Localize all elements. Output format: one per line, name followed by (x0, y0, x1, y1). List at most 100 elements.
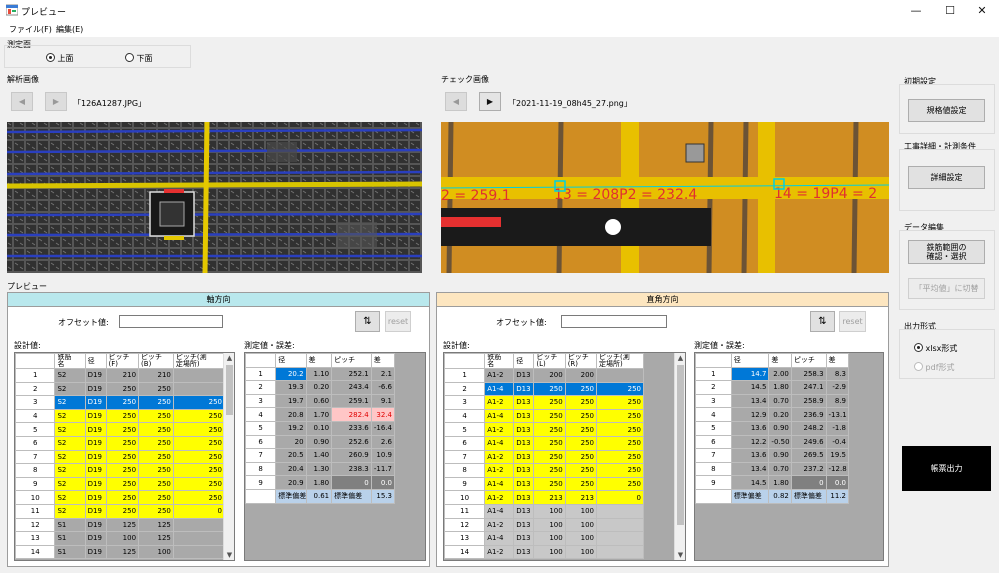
grid-cell[interactable]: 1.80 (305, 475, 333, 490)
grid-cell[interactable]: 250 (172, 435, 226, 451)
grid-cell[interactable]: S2 (54, 503, 86, 519)
grid-cell[interactable]: D13 (513, 368, 535, 383)
grid-cell[interactable]: 250 (105, 422, 140, 437)
row-number[interactable]: 13 (444, 531, 486, 546)
grid-cell[interactable]: 250 (138, 435, 174, 451)
grid-cell[interactable]: -16.4 (370, 420, 396, 436)
grid-cell[interactable]: 20.9 (275, 475, 307, 490)
table-row[interactable]: 6 12.2 -0.50 249.6 -0.4 (695, 434, 850, 450)
table-row[interactable]: 3 A1-2 D13 250 250 250 (444, 395, 644, 410)
check-prev-button[interactable]: ◀ (445, 92, 467, 111)
grid-cell[interactable]: A1-2 (484, 463, 515, 478)
grid-cell[interactable]: 100 (564, 517, 598, 533)
grid-cell[interactable]: -13.1 (825, 407, 850, 422)
grid-cell[interactable]: 1.70 (305, 407, 333, 422)
row-number[interactable]: 11 (15, 503, 56, 519)
grid-cell[interactable]: 20 (275, 434, 307, 450)
grid-cell[interactable]: 250 (596, 435, 644, 451)
table-row[interactable]: 9 A1-4 D13 250 250 250 (444, 476, 644, 492)
grid-cell[interactable]: 250 (596, 449, 644, 465)
column-header[interactable] (695, 353, 732, 368)
axis-offset-input[interactable] (119, 315, 223, 328)
grid-cell[interactable]: 250 (138, 490, 174, 505)
maximize-button[interactable]: ☐ (934, 0, 966, 21)
column-header[interactable] (444, 353, 486, 369)
grid-cell[interactable]: 0 (172, 503, 226, 519)
grid-cell[interactable] (172, 368, 226, 383)
grid-cell[interactable]: D19 (84, 435, 107, 451)
grid-cell[interactable]: 250 (138, 422, 174, 437)
grid-cell[interactable]: 20.5 (275, 448, 307, 463)
grid-cell[interactable]: 20.4 (275, 461, 307, 477)
grid-cell[interactable] (172, 517, 226, 533)
row-number[interactable]: 2 (695, 380, 732, 395)
grid-cell[interactable]: A1-2 (484, 422, 515, 437)
row-number[interactable]: 12 (444, 517, 486, 533)
grid-cell[interactable]: A1-4 (484, 476, 515, 492)
column-header[interactable]: 差 (768, 353, 792, 368)
grid-cell[interactable]: 250 (172, 422, 226, 437)
column-header[interactable]: ピッチ (L) (533, 353, 566, 369)
grid-cell[interactable] (596, 517, 644, 533)
grid-cell[interactable]: 250 (564, 395, 598, 410)
grid-cell[interactable]: 250 (533, 435, 566, 451)
grid-cell[interactable]: 213 (564, 490, 598, 505)
row-number[interactable]: 3 (245, 393, 277, 409)
grid-cell[interactable]: 125 (105, 544, 140, 560)
radio-xlsx[interactable]: xlsx形式 (914, 343, 957, 354)
grid-cell[interactable]: D13 (513, 531, 535, 546)
grid-cell[interactable]: 250 (105, 381, 140, 397)
grid-cell[interactable]: S2 (54, 463, 86, 478)
grid-cell[interactable]: 1.30 (305, 461, 333, 477)
grid-cell[interactable]: 100 (564, 544, 598, 560)
table-row[interactable]: 14 A1-2 D13 100 100 (444, 544, 644, 560)
table-row[interactable]: 6 S2 D19 250 250 250 (15, 435, 226, 451)
grid-cell[interactable]: -6.6 (370, 380, 396, 395)
grid-cell[interactable]: A1-2 (484, 490, 515, 505)
table-row[interactable]: 7 A1-2 D13 250 250 250 (444, 449, 644, 465)
report-output-button[interactable]: 帳票出力 (902, 446, 991, 491)
analysis-prev-button[interactable]: ◀ (11, 92, 33, 111)
grid-cell[interactable]: S1 (54, 544, 86, 560)
grid-cell[interactable]: 19.3 (275, 380, 307, 395)
grid-cell[interactable]: 250 (138, 476, 174, 492)
grid-cell[interactable]: 236.9 (790, 407, 827, 422)
scroll-down-icon[interactable]: ▼ (675, 551, 685, 559)
axis-measured-grid[interactable]: 径差ピッチ差 1 20.2 1.10 252.1 2.1 2 19.3 0.20 243.4 -6.… (244, 352, 426, 561)
grid-cell[interactable]: 269.5 (790, 448, 827, 463)
table-row[interactable]: 13 S1 D19 100 125 (15, 531, 226, 546)
table-row[interactable]: 5 A1-2 D13 250 250 250 (444, 422, 644, 437)
table-row[interactable]: 7 S2 D19 250 250 250 (15, 449, 226, 465)
grid-cell[interactable]: 100 (533, 531, 566, 546)
grid-cell[interactable]: A1-4 (484, 381, 515, 397)
grid-cell[interactable]: 250 (564, 435, 598, 451)
row-number[interactable]: 10 (15, 490, 56, 505)
table-row[interactable]: 4 S2 D19 250 250 250 (15, 408, 226, 424)
grid-cell[interactable] (596, 544, 644, 560)
grid-cell[interactable]: D19 (84, 449, 107, 465)
grid-cell[interactable]: 125 (105, 517, 140, 533)
grid-cell[interactable]: 0.0 (825, 475, 850, 490)
grid-cell[interactable] (172, 381, 226, 397)
column-header[interactable]: 差 (825, 353, 850, 368)
column-header[interactable]: 径 (730, 353, 770, 368)
grid-cell[interactable]: 250 (596, 408, 644, 424)
grid-cell[interactable]: D13 (513, 463, 535, 478)
grid-cell[interactable]: A1-4 (484, 531, 515, 546)
grid-cell[interactable]: 100 (138, 544, 174, 560)
grid-cell[interactable]: D13 (513, 408, 535, 424)
table-row[interactable]: 5 19.2 0.10 233.6 -16.4 (245, 420, 396, 436)
grid-cell[interactable]: 13.4 (730, 461, 770, 477)
table-row[interactable]: 3 13.4 0.70 258.9 8.9 (695, 393, 850, 409)
perp-reset-button[interactable]: reset (839, 311, 866, 332)
table-row[interactable]: 8 13.4 0.70 237.2 -12.8 (695, 461, 850, 477)
table-row[interactable]: 10 S2 D19 250 250 250 (15, 490, 226, 505)
row-number[interactable]: 4 (444, 408, 486, 424)
grid-cell[interactable]: 0.20 (305, 380, 333, 395)
row-number[interactable]: 3 (695, 393, 732, 409)
row-number[interactable]: 5 (245, 420, 277, 436)
table-row[interactable]: 4 20.8 1.70 282.4 32.4 (245, 407, 396, 422)
grid-cell[interactable]: 250 (172, 490, 226, 505)
table-row[interactable]: 9 20.9 1.80 0 0.0 (245, 475, 396, 490)
table-row[interactable]: 6 A1-4 D13 250 250 250 (444, 435, 644, 451)
